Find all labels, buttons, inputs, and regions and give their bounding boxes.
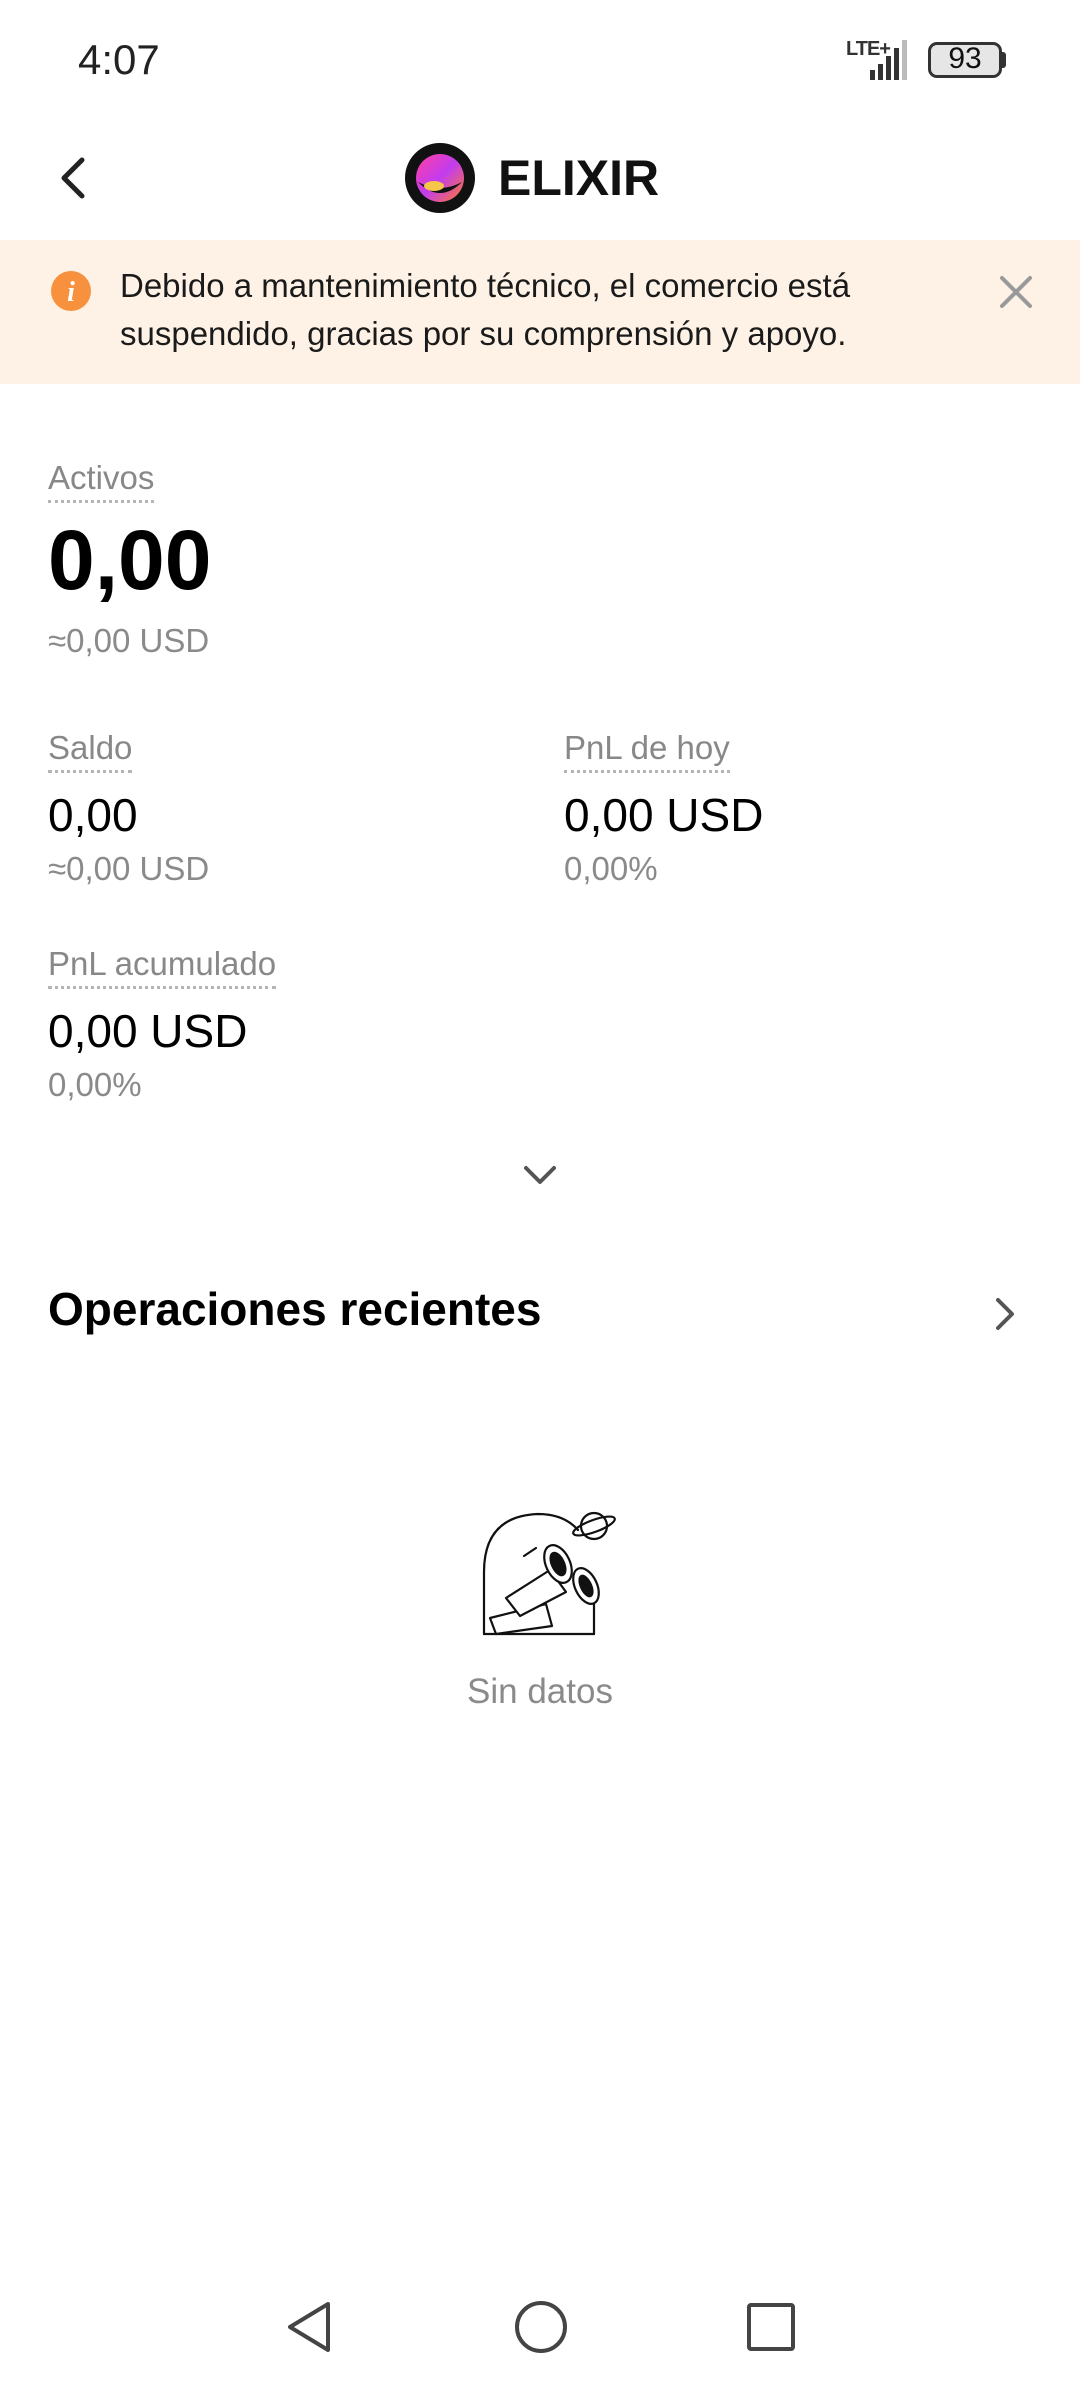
pnl-today-value: 0,00 USD	[564, 789, 764, 841]
balance-value: 0,00	[48, 789, 138, 841]
battery-icon: 93	[928, 42, 1002, 78]
app-header: ELIXIR	[0, 120, 1080, 240]
empty-state-text: Sin datos	[467, 1672, 613, 1711]
notice-text: Debido a mantenimiento técnico, el comer…	[120, 267, 851, 352]
balance-label[interactable]: Saldo	[48, 728, 133, 773]
nav-recent-icon[interactable]	[744, 2300, 798, 2354]
nav-back-icon[interactable]	[282, 2298, 336, 2356]
info-icon: i	[51, 271, 91, 311]
assets-label[interactable]: Activos	[48, 458, 155, 503]
chevron-down-icon[interactable]	[520, 1160, 560, 1190]
header-title-group: ELIXIR	[404, 138, 659, 218]
pnl-today-percent: 0,00%	[564, 850, 658, 887]
assets-value: 0,00	[48, 513, 212, 607]
status-time: 4:07	[78, 36, 160, 83]
pnl-cumulative-percent: 0,00%	[48, 1066, 142, 1103]
pnl-today-label[interactable]: PnL de hoy	[564, 728, 730, 773]
svg-text:i: i	[67, 277, 75, 308]
system-nav-bar	[0, 2288, 1080, 2388]
maintenance-notice: i Debido a mantenimiento técnico, el com…	[0, 240, 1080, 384]
assets-usd: ≈0,00 USD	[48, 622, 210, 659]
chevron-right-icon[interactable]	[990, 1294, 1020, 1334]
status-bar: 4:07 LTE+ 93	[0, 0, 1080, 120]
close-icon[interactable]	[994, 270, 1038, 314]
back-button[interactable]	[44, 148, 104, 208]
binoculars-illustration-icon	[482, 1511, 616, 1636]
balance-usd: ≈0,00 USD	[48, 850, 210, 887]
pnl-cumulative-value: 0,00 USD	[48, 1005, 248, 1057]
battery-level: 93	[948, 42, 982, 75]
page-title: ELIXIR	[498, 150, 660, 206]
signal-icon	[870, 40, 907, 80]
nav-home-icon[interactable]	[512, 2298, 570, 2356]
pnl-cumulative-label[interactable]: PnL acumulado	[48, 944, 277, 989]
elixir-logo-icon	[405, 143, 475, 213]
battery-tip	[1000, 52, 1006, 68]
recent-operations-title[interactable]: Operaciones recientes	[48, 1282, 541, 1336]
